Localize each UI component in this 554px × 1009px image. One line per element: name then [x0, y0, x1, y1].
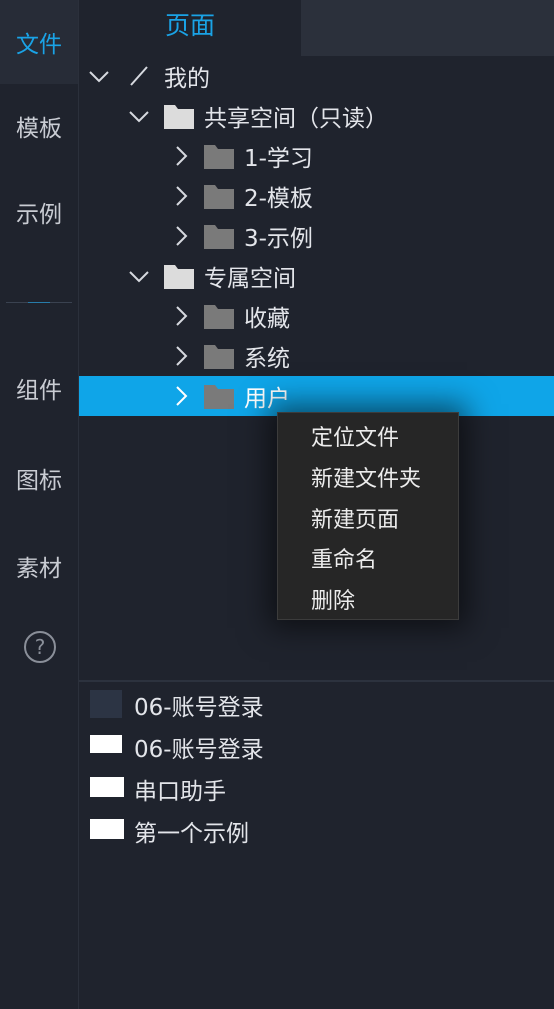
tree-node-folder[interactable]: 3-示例	[79, 216, 554, 256]
tree-node-shared-space[interactable]: 共享空间（只读）	[79, 96, 554, 136]
rail-item-examples[interactable]: 示例	[0, 170, 78, 254]
tree-node-folder[interactable]: 系统	[79, 336, 554, 376]
tree-node-root[interactable]: 我的	[79, 56, 554, 96]
tree-node-label: 专属空间	[204, 266, 296, 292]
rail-item-label: 组件	[16, 378, 62, 404]
help-icon[interactable]: ?	[24, 631, 56, 663]
menu-item-new-folder[interactable]: 新建文件夹	[311, 461, 421, 493]
folder-open-icon	[164, 103, 194, 129]
rail-item-label: 图标	[16, 468, 62, 494]
list-item[interactable]: 第一个示例	[79, 810, 554, 850]
page-thumbnail	[90, 735, 122, 753]
chevron-right-icon[interactable]	[172, 226, 192, 246]
tree-node-label: 我的	[164, 66, 210, 92]
page-thumbnail	[90, 777, 124, 797]
rail-item-icons[interactable]: 图标	[0, 436, 78, 520]
rail-item-label: 示例	[16, 202, 62, 228]
tree-node-folder[interactable]: 1-学习	[79, 136, 554, 176]
left-rail: 文件 模板 示例 组件 图标 素材 ?	[0, 0, 79, 1009]
tree-node-folder-selected[interactable]: 用户	[79, 376, 554, 416]
menu-item-new-page[interactable]: 新建页面	[311, 502, 399, 534]
chevron-down-icon[interactable]	[129, 106, 149, 126]
page-thumbnail	[90, 690, 122, 718]
list-item[interactable]: 串口助手	[79, 768, 554, 808]
folder-open-icon	[164, 263, 194, 289]
rail-item-label: 模板	[16, 116, 62, 142]
tree-node-label: 3-示例	[244, 226, 313, 252]
rail-item-components[interactable]: 组件	[0, 346, 78, 430]
panel-divider	[79, 680, 554, 682]
list-item-label: 06-账号登录	[134, 737, 264, 763]
menu-item-delete[interactable]: 删除	[311, 583, 355, 615]
chevron-right-icon[interactable]	[172, 186, 192, 206]
list-item-label: 第一个示例	[134, 821, 249, 847]
list-item-label: 串口助手	[134, 779, 226, 805]
tree-node-label: 2-模板	[244, 186, 313, 212]
tab-bar: 页面	[79, 0, 554, 56]
folder-icon	[204, 223, 234, 249]
rail-item-label: 文件	[16, 32, 62, 58]
chevron-down-icon[interactable]	[89, 66, 109, 86]
tab-label: 页面	[164, 11, 215, 40]
folder-icon	[204, 143, 234, 169]
tree-node-folder[interactable]: 2-模板	[79, 176, 554, 216]
tree-node-label: 用户	[244, 386, 290, 412]
chevron-right-icon[interactable]	[172, 386, 192, 406]
chevron-right-icon[interactable]	[172, 146, 192, 166]
menu-item-rename[interactable]: 重命名	[311, 542, 377, 574]
folder-icon	[204, 383, 234, 409]
folder-icon	[204, 343, 234, 369]
list-item-label: 06-账号登录	[134, 695, 264, 721]
rail-divider	[6, 302, 72, 303]
rail-item-label: 素材	[16, 556, 62, 582]
chevron-down-icon[interactable]	[129, 266, 149, 286]
tree-node-label: 共享空间（只读）	[204, 106, 388, 132]
chevron-right-icon[interactable]	[172, 306, 192, 326]
list-item[interactable]: 06-账号登录	[79, 684, 554, 724]
rail-item-assets[interactable]: 素材	[0, 524, 78, 608]
context-menu: 定位文件 新建文件夹 新建页面 重命名 删除	[277, 412, 459, 620]
rail-item-templates[interactable]: 模板	[0, 84, 78, 168]
slash-icon	[129, 66, 149, 86]
rail-item-files[interactable]: 文件	[0, 0, 78, 84]
tab-pages[interactable]: 页面	[79, 0, 301, 56]
chevron-right-icon[interactable]	[172, 346, 192, 366]
tree-node-label: 1-学习	[244, 146, 313, 172]
tree-node-private-space[interactable]: 专属空间	[79, 256, 554, 296]
tree-node-label: 收藏	[244, 306, 290, 332]
tree-node-label: 系统	[244, 346, 290, 372]
folder-icon	[204, 183, 234, 209]
page-thumbnail	[90, 819, 124, 839]
menu-item-locate-file[interactable]: 定位文件	[311, 420, 399, 452]
tree-node-folder[interactable]: 收藏	[79, 296, 554, 336]
folder-icon	[204, 303, 234, 329]
list-item[interactable]: 06-账号登录	[79, 726, 554, 766]
